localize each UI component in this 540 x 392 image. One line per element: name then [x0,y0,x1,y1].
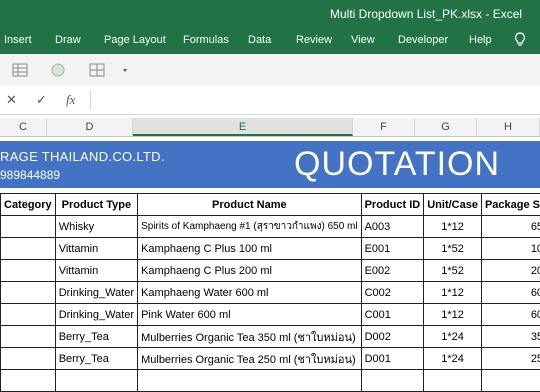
header-product-id[interactable]: Product ID [361,194,424,216]
quotation-title: QUOTATION [294,145,500,184]
cell-package-size[interactable]: 10 [481,238,540,260]
table-row: Berry_Tea Mulberries Organic Tea 250 ml … [1,348,540,370]
cell-unit-case[interactable]: 1*24 [424,348,482,370]
cell-category[interactable] [1,348,56,370]
cell-unit-case[interactable]: 1*12 [424,282,482,304]
cell-product-id[interactable]: D001 [361,348,424,370]
cell-product-name[interactable]: Kamphaeng C Plus 200 ml [138,260,362,282]
cell-product-id[interactable]: A003 [361,216,424,238]
circle-shape-icon[interactable] [50,60,66,80]
tab-developer[interactable]: Developer [398,34,448,46]
tab-data[interactable]: Data [248,34,271,46]
cell-unit-case[interactable]: 1*12 [424,216,482,238]
column-header-e[interactable]: E [133,118,353,136]
header-category[interactable]: Category [1,194,56,216]
cell-product-type[interactable]: Drinking_Water [55,304,137,326]
window-controls[interactable] [505,5,540,23]
cell-package-size[interactable]: 25 [481,348,540,370]
cell-package-size[interactable]: 60 [481,282,540,304]
cell-product-id[interactable]: E001 [361,238,424,260]
cell-product-name[interactable]: Kamphaeng Water 600 ml [138,282,362,304]
cell-product-type[interactable]: Drinking_Water [55,282,137,304]
column-header-g[interactable]: G [415,118,477,136]
cell-unit-case[interactable]: 1*52 [424,238,482,260]
table-row [1,370,540,392]
column-header-f[interactable]: F [353,118,415,136]
cell-category[interactable] [1,304,56,326]
cell-product-name[interactable]: Mulberries Organic Tea 250 ml (ชาใบหม่อน… [138,348,362,370]
cell-category[interactable] [1,282,56,304]
cell-product-id[interactable]: C002 [361,282,424,304]
cell-category[interactable] [1,326,56,348]
cell-category[interactable] [1,216,56,238]
table-row: Drinking_Water Kamphaeng Water 600 ml C0… [1,282,540,304]
cell-unit-case[interactable]: 1*12 [424,304,482,326]
column-headers: C D E F G H [0,118,540,137]
insert-function-button[interactable]: fx [66,92,75,108]
formula-input[interactable] [90,90,540,110]
cell-product-id[interactable]: E002 [361,260,424,282]
header-product-name[interactable]: Product Name [138,194,362,216]
tab-review[interactable]: Review [296,34,332,46]
cell-unit-case[interactable] [424,370,482,392]
tab-draw[interactable]: Draw [55,34,81,46]
cell-product-type[interactable]: Vittamin [55,238,137,260]
enter-icon[interactable]: ✓ [36,92,47,108]
ribbon-tabs: Insert Draw Page Layout Formulas Data Re… [0,28,540,54]
header-package-size[interactable]: Package Si [481,194,540,216]
quotation-table: Category Product Type Product Name Produ… [0,193,540,392]
header-unit-case[interactable]: Unit/Case [424,194,482,216]
cell-category[interactable] [1,370,56,392]
cell-product-name[interactable]: Pink Water 600 ml [138,304,362,326]
cell-product-type[interactable]: Berry_Tea [55,348,137,370]
company-phone: 989844889 [0,168,60,182]
title-bar: Multi Dropdown List_PK.xlsx - Excel [0,0,540,28]
cell-product-type[interactable]: Vittamin [55,260,137,282]
cell-package-size[interactable]: 65 [481,216,540,238]
quotation-banner: RAGE THAILAND.CO.LTD. 989844889 QUOTATIO… [0,141,540,188]
table-row: Berry_Tea Mulberries Organic Tea 350 ml … [1,326,540,348]
customize-dropdown-icon[interactable] [120,60,130,80]
column-header-d[interactable]: D [47,118,133,136]
cell-product-type[interactable]: Berry_Tea [55,326,137,348]
cell-product-type[interactable]: Whisky [55,216,137,238]
cell-product-id[interactable] [361,370,424,392]
cell-package-size[interactable]: 35 [481,326,540,348]
header-product-type[interactable]: Product Type [55,194,137,216]
tab-formulas[interactable]: Formulas [183,34,229,46]
cell-unit-case[interactable]: 1*24 [424,326,482,348]
quick-toolbar [0,54,540,87]
table-row: Vittamin Kamphaeng C Plus 100 ml E001 1*… [1,238,540,260]
cell-product-name[interactable] [138,370,362,392]
cell-unit-case[interactable]: 1*52 [424,260,482,282]
cancel-icon[interactable]: ✕ [6,92,17,108]
tab-help[interactable]: Help [469,34,492,46]
table-row: Whisky Spirits of Kamphaeng #1 (สุราขาวก… [1,216,540,238]
cell-category[interactable] [1,260,56,282]
table-style-icon[interactable] [10,60,30,80]
formula-bar: ✕ ✓ fx [0,86,540,115]
table-row: Drinking_Water Pink Water 600 ml C001 1*… [1,304,540,326]
table-header-row: Category Product Type Product Name Produ… [1,194,540,216]
cell-product-name[interactable]: Mulberries Organic Tea 350 ml (ชาใบหม่อน… [138,326,362,348]
tab-insert[interactable]: Insert [4,34,32,46]
cell-product-type[interactable] [55,370,137,392]
cell-product-name[interactable]: Spirits of Kamphaeng #1 (สุราขาวกำแพง) 6… [138,216,362,238]
tab-view[interactable]: View [351,34,375,46]
lightbulb-icon[interactable] [514,32,526,51]
table-row: Vittamin Kamphaeng C Plus 200 ml E002 1*… [1,260,540,282]
company-name: RAGE THAILAND.CO.LTD. [0,149,165,164]
cell-package-size[interactable]: 20 [481,260,540,282]
cell-package-size[interactable] [481,370,540,392]
tab-page-layout[interactable]: Page Layout [104,34,166,46]
cell-product-name[interactable]: Kamphaeng C Plus 100 ml [138,238,362,260]
cell-package-size[interactable]: 60 [481,304,540,326]
cell-product-id[interactable]: D002 [361,326,424,348]
column-header-h[interactable]: H [477,118,540,136]
cell-product-id[interactable]: C001 [361,304,424,326]
grid-format-icon[interactable] [88,60,106,80]
window-title: Multi Dropdown List_PK.xlsx - Excel [330,7,522,21]
cell-category[interactable] [1,238,56,260]
column-header-c[interactable]: C [0,118,47,136]
